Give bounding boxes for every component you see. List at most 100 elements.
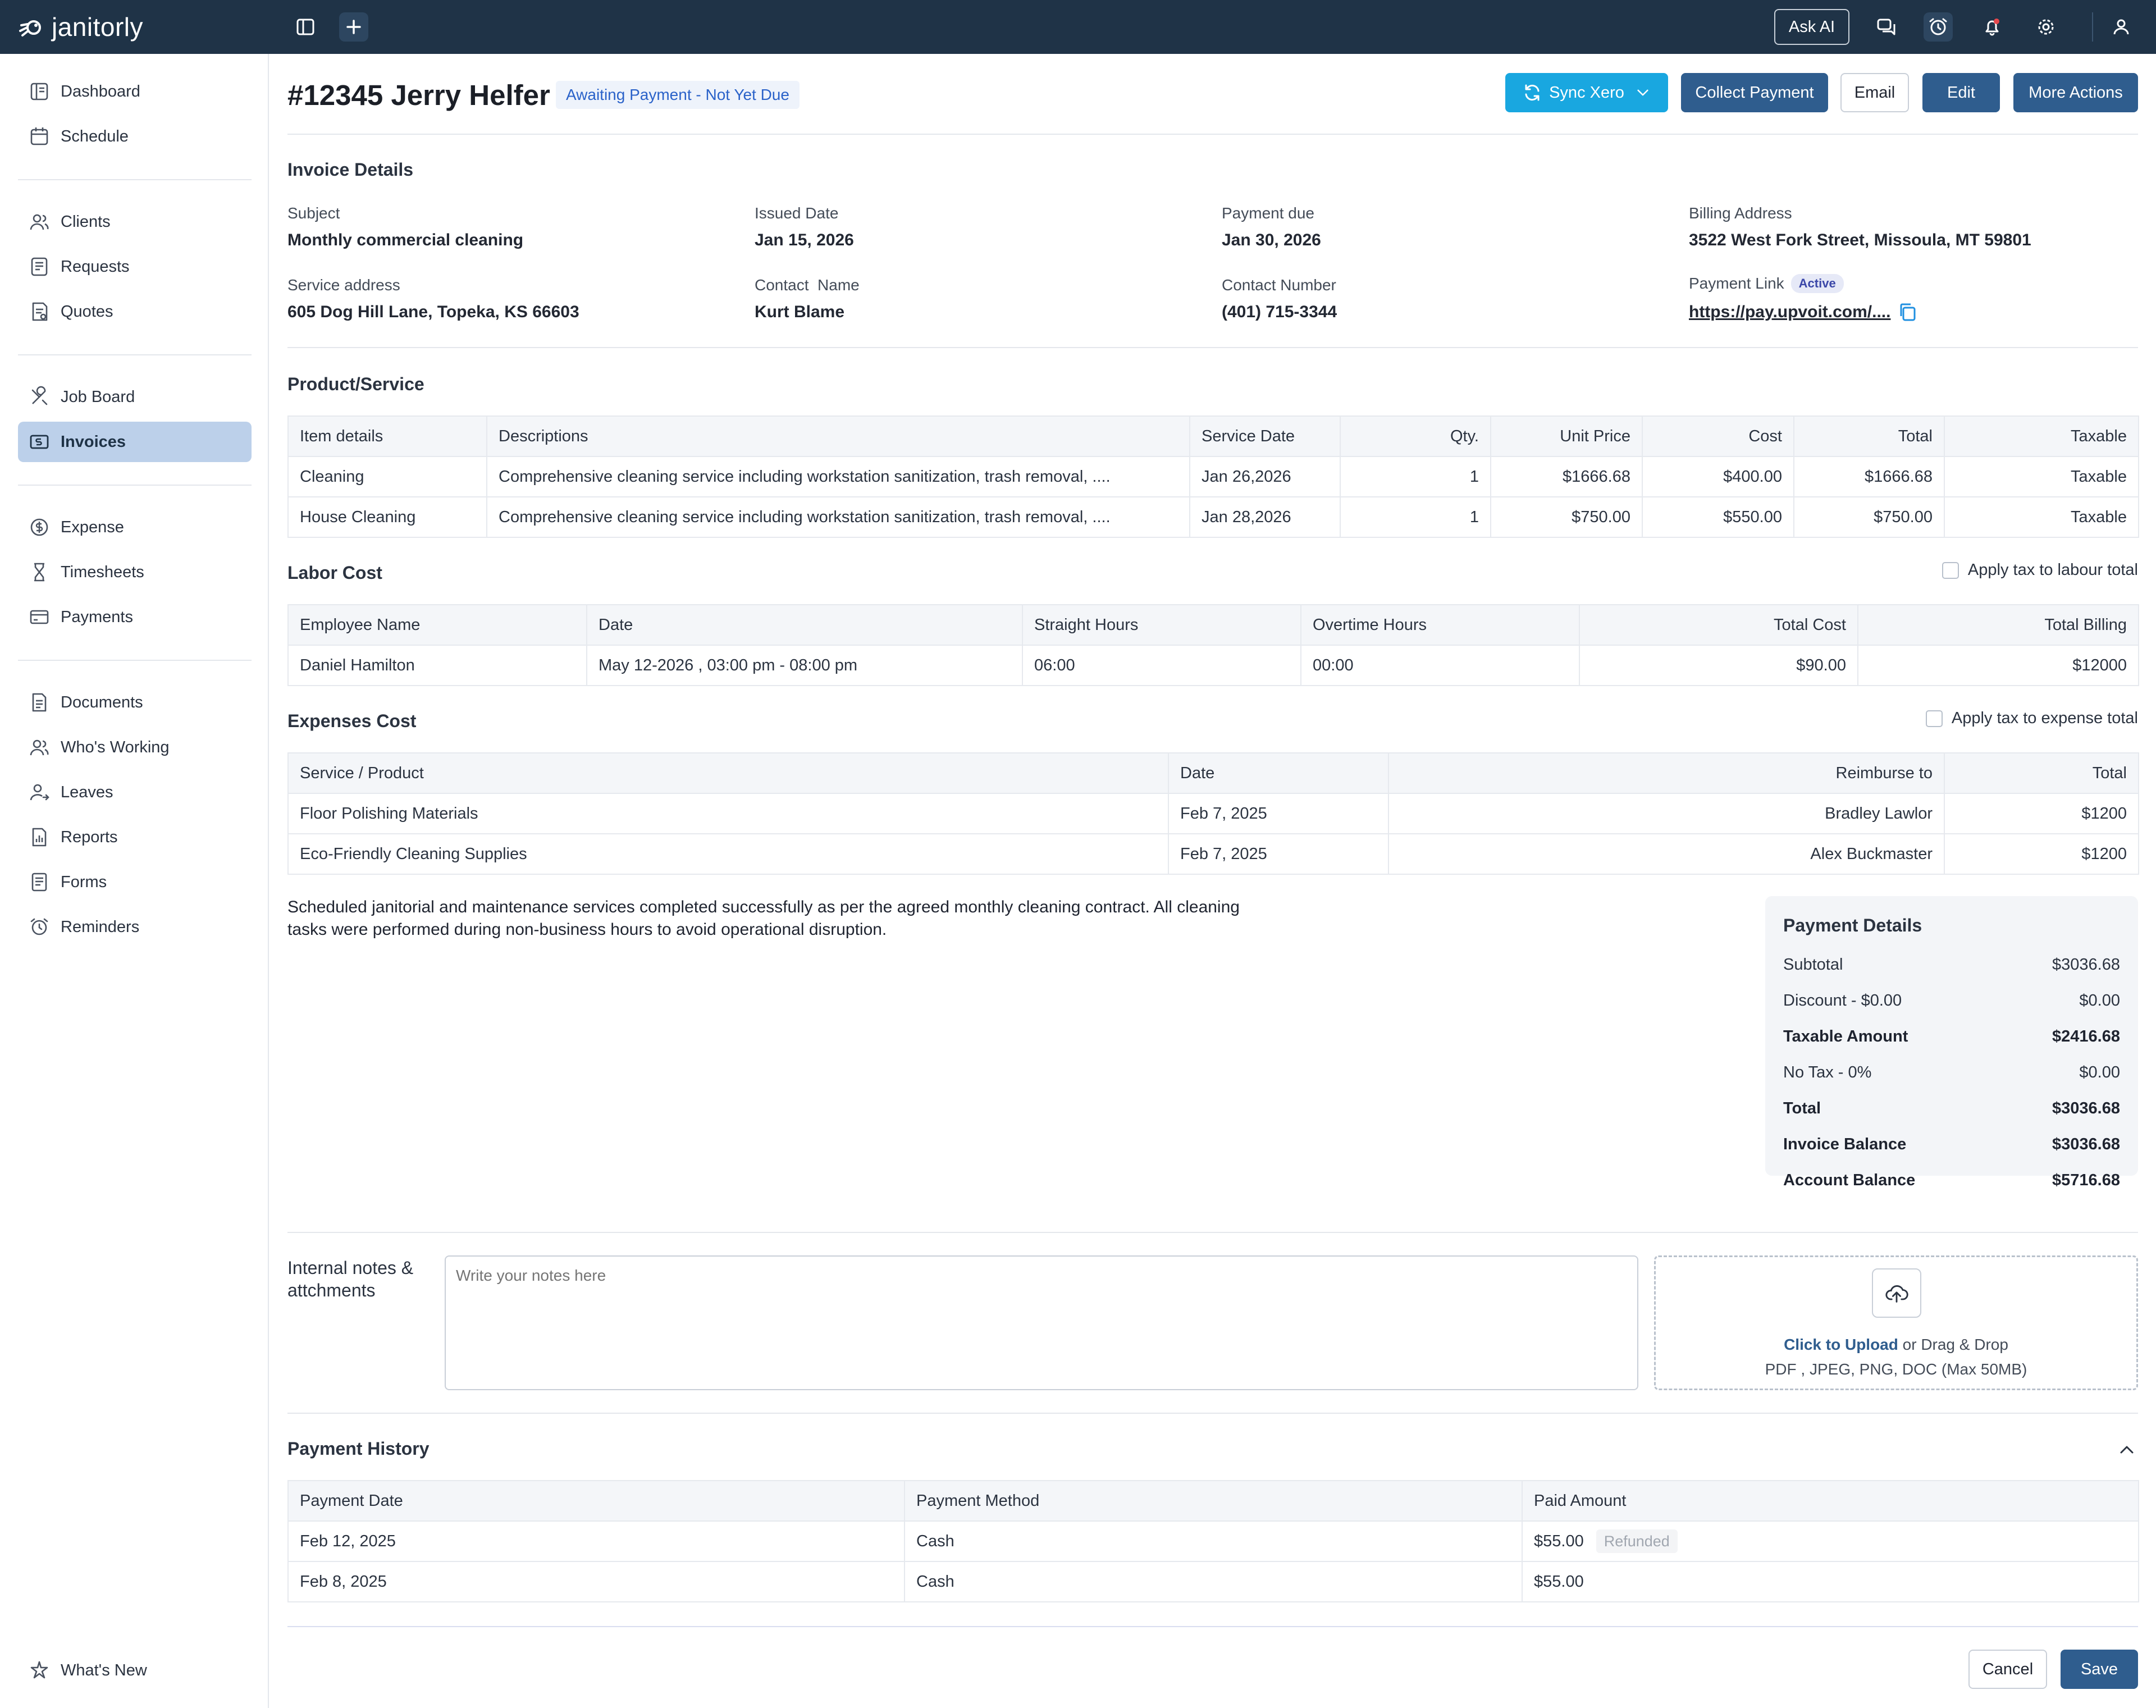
- paid-amount: $55.00: [1534, 1532, 1584, 1550]
- payment-link[interactable]: https://pay.upvoit.com/....: [1689, 303, 1890, 322]
- table-cell: Taxable: [1944, 496, 2139, 538]
- add-new-button[interactable]: [339, 12, 368, 42]
- alarm-icon: [30, 918, 48, 935]
- app-logo[interactable]: janitorly: [17, 9, 143, 45]
- table-row: Feb 8, 2025 Cash $55.00: [287, 1561, 2139, 1602]
- toggle-sidebar-button[interactable]: [291, 12, 320, 42]
- table-cell: Feb 7, 2025: [1168, 793, 1389, 834]
- table-cell: 06:00: [1022, 645, 1301, 686]
- table-cell: $1200: [1944, 793, 2139, 834]
- column-header: Descriptions: [486, 415, 1190, 457]
- footer-divider: [287, 1626, 2138, 1627]
- table-cell: Jan 26,2026: [1189, 456, 1341, 497]
- row-label: Invoice Balance: [1783, 1135, 1907, 1153]
- apply-tax-expense-toggle[interactable]: Apply tax to expense total: [1925, 709, 2138, 728]
- table-cell: $55.00 Refunded: [1522, 1520, 2139, 1562]
- row-value: $0.00: [2079, 1063, 2120, 1081]
- expenses-cost-title: Expenses Cost: [287, 711, 417, 731]
- upload-button[interactable]: [1872, 1268, 1921, 1318]
- issued-date-label: Issued Date: [755, 204, 839, 222]
- collect-payment-button[interactable]: Collect Payment: [1681, 73, 1828, 112]
- payment-due-label: Payment due: [1222, 204, 1314, 222]
- notes-textarea[interactable]: [445, 1255, 1638, 1390]
- sparkle-icon: [30, 1661, 48, 1679]
- labor-cost-title: Labor Cost: [287, 563, 382, 583]
- table-cell: $55.00: [1522, 1561, 2139, 1602]
- notifications-button[interactable]: [1977, 12, 2007, 42]
- sidebar-item-whos-working[interactable]: Who's Working: [18, 727, 252, 768]
- edit-button[interactable]: Edit: [1922, 73, 2000, 112]
- column-header: Total Cost: [1579, 604, 1858, 646]
- sidebar-item-schedule[interactable]: Schedule: [18, 116, 252, 157]
- profile-button[interactable]: [2107, 12, 2136, 42]
- save-button[interactable]: Save: [2061, 1650, 2138, 1689]
- subtotal-row: Subtotal $3036.68: [1783, 953, 2120, 976]
- sidebar-item-label: Job Board: [61, 387, 135, 406]
- sidebar-item-leaves[interactable]: Leaves: [18, 772, 252, 812]
- sync-xero-label: Sync Xero: [1549, 83, 1624, 102]
- sidebar-item-label: What's New: [61, 1661, 147, 1679]
- sidebar-item-whats-new[interactable]: What's New: [18, 1650, 252, 1691]
- table-cell: Floor Polishing Materials: [287, 793, 1169, 834]
- account-balance-row: Account Balance $5716.68: [1783, 1169, 2120, 1191]
- payment-link-label: Payment Link: [1689, 275, 1784, 292]
- sidebar-item-payments[interactable]: Payments: [18, 597, 252, 637]
- user-leave-icon: [30, 784, 49, 801]
- sidebar-item-reports[interactable]: Reports: [18, 817, 252, 857]
- settings-button[interactable]: [2031, 12, 2061, 42]
- sidebar-item-dashboard[interactable]: Dashboard: [18, 71, 252, 112]
- sidebar-item-clients[interactable]: Clients: [18, 202, 252, 242]
- chevron-up-icon[interactable]: [2116, 1438, 2138, 1461]
- column-header: Unit Price: [1490, 415, 1643, 457]
- cancel-button[interactable]: Cancel: [1968, 1650, 2047, 1689]
- chat-icon: [1877, 19, 1895, 35]
- sidebar-item-documents[interactable]: Documents: [18, 682, 252, 723]
- table-cell: $550.00: [1642, 496, 1794, 538]
- quote-icon: [32, 302, 48, 321]
- upload-hint: PDF , JPEG, PNG, DOC (Max 50MB): [1765, 1360, 2027, 1378]
- email-button[interactable]: Email: [1840, 73, 1909, 112]
- row-value: $5716.68: [2052, 1171, 2120, 1189]
- sidebar-item-requests[interactable]: Requests: [18, 246, 252, 287]
- sync-icon: [1525, 84, 1540, 101]
- apply-tax-labour-checkbox[interactable]: [1942, 561, 1959, 579]
- payment-details-title: Payment Details: [1783, 915, 1922, 935]
- top-bar: janitorly Ask AI: [0, 0, 2156, 54]
- column-header: Total: [1793, 415, 1945, 457]
- sidebar-item-forms[interactable]: Forms: [18, 862, 252, 902]
- credit-card-icon: [30, 610, 49, 624]
- chat-button[interactable]: [1872, 12, 1901, 42]
- sidebar-item-reminders[interactable]: Reminders: [18, 907, 252, 947]
- column-header: Employee Name: [287, 604, 587, 646]
- contact-number-label: Contact Number: [1222, 276, 1336, 294]
- sidebar-toggle-icon: [296, 19, 314, 35]
- sidebar-item-timesheets[interactable]: Timesheets: [18, 552, 252, 592]
- sidebar-item-expense[interactable]: Expense: [18, 507, 252, 547]
- upload-dropzone[interactable]: Click to Upload or Drag & Drop PDF , JPE…: [1654, 1255, 2138, 1390]
- copy-icon[interactable]: [1896, 301, 1919, 323]
- table-cell: $1666.68: [1793, 456, 1945, 497]
- logo-text: janitorly: [52, 12, 144, 42]
- sync-xero-button[interactable]: Sync Xero: [1505, 73, 1668, 112]
- sidebar-item-invoices[interactable]: Invoices: [18, 422, 252, 462]
- sidebar-item-job-board[interactable]: Job Board: [18, 377, 252, 417]
- click-to-upload-link[interactable]: Click to Upload: [1784, 1336, 1898, 1353]
- people-icon: [30, 739, 49, 756]
- column-header: Service / Product: [287, 752, 1169, 794]
- invoice-icon: [30, 435, 49, 449]
- sidebar-divider: [18, 354, 252, 355]
- payment-link-row: https://pay.upvoit.com/....: [1689, 301, 1919, 323]
- invoice-details-title: Invoice Details: [287, 159, 414, 180]
- sidebar-item-quotes[interactable]: Quotes: [18, 291, 252, 332]
- requests-icon: [31, 257, 48, 276]
- more-actions-button[interactable]: More Actions: [2013, 73, 2138, 112]
- subject-value: Monthly commercial cleaning: [287, 231, 524, 249]
- apply-tax-labour-toggle[interactable]: Apply tax to labour total: [1942, 561, 2138, 579]
- apply-tax-expense-checkbox[interactable]: [1925, 710, 1943, 727]
- sidebar-item-label: Schedule: [61, 127, 129, 145]
- column-header: Payment Date: [287, 1480, 905, 1522]
- table-cell: 1: [1340, 496, 1491, 538]
- column-header: Taxable: [1944, 415, 2139, 457]
- timer-button[interactable]: [1924, 12, 1953, 42]
- ask-ai-button[interactable]: Ask AI: [1774, 9, 1849, 45]
